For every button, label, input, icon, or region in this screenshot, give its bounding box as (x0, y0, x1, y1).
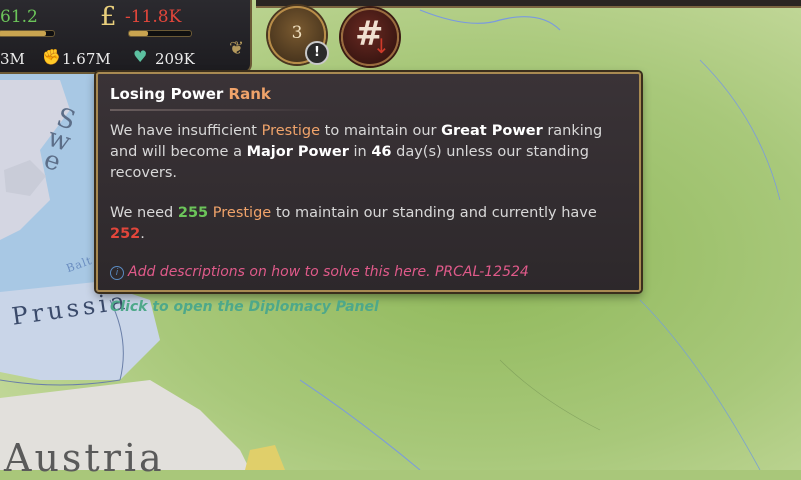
money-balance-value[interactable]: -11.8K (125, 7, 181, 27)
pound-icon[interactable]: £ (100, 2, 117, 32)
tooltip-title-main: Losing Power (110, 85, 224, 103)
prestige-link[interactable]: Prestige (262, 123, 320, 139)
fist-icon[interactable]: ✊ (42, 48, 61, 66)
tooltip-divider (110, 109, 330, 111)
money-bar (128, 30, 192, 37)
ornament-icon: ❦ (229, 38, 245, 59)
prestige-link-2[interactable]: Prestige (213, 205, 271, 221)
prestige-required: 255 (177, 205, 209, 221)
arrow-down-icon: ↓ (373, 34, 390, 58)
heart-icon[interactable]: ♥ (133, 47, 147, 66)
radicals-value[interactable]: 1.67M (62, 50, 111, 68)
stat-left-bar (0, 30, 55, 37)
loyalists-value[interactable]: 209K (155, 50, 195, 68)
major-power-term: Major Power (246, 144, 349, 160)
info-icon: i (110, 266, 124, 280)
population-value[interactable]: 3M (0, 50, 25, 68)
population-row: 3M ✊ 1.67M ♥ 209K (0, 46, 250, 70)
tooltip-paragraph-status: We have insufficient Prestige to maintai… (110, 123, 603, 181)
losing-power-rank-tooltip: Losing Power Rank We have insufficient P… (96, 72, 641, 315)
map-label-austria: Austria (4, 436, 165, 480)
tooltip-title-highlight: Rank (228, 85, 271, 103)
days-remaining: 46 (371, 144, 392, 160)
resource-top-bar: 61.2 £ -11.8K 3M ✊ 1.67M ♥ 209K ❦ (0, 0, 252, 74)
tooltip-dev-note: i Add descriptions on how to solve this h… (110, 264, 627, 280)
warning-icon[interactable]: ! (305, 41, 329, 65)
tooltip-title: Losing Power Rank (110, 85, 627, 103)
stat-left-bar-fill (0, 31, 46, 36)
money-bar-fill (129, 31, 148, 36)
stat-value-left[interactable]: 61.2 (0, 7, 38, 27)
top-frame-border (256, 0, 801, 8)
tooltip-paragraph-prestige: We need 255 Prestige to maintain our sta… (110, 205, 597, 242)
open-diplomacy-panel-hint[interactable]: Click to open the Diplomacy Panel (110, 299, 627, 315)
great-power-term: Great Power (441, 123, 543, 139)
prestige-current: 252 (110, 226, 141, 242)
rank-number: 3 (291, 23, 303, 43)
diplomacy-rank-button[interactable]: # ↓ (341, 8, 399, 66)
